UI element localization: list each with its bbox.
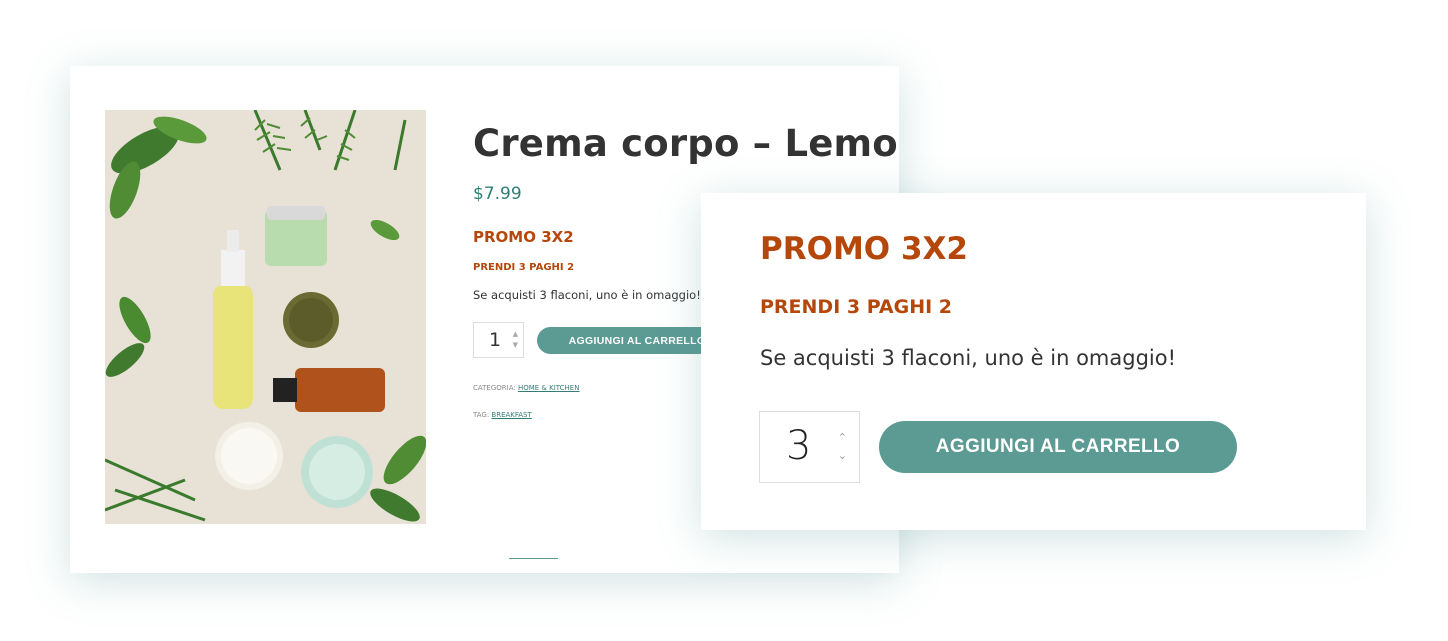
tag-link[interactable]: BREAKFAST — [491, 411, 531, 419]
product-image[interactable] — [105, 110, 426, 524]
promo-zoom-card: PROMO 3X2 PRENDI 3 PAGHI 2 Se acquisti 3… — [701, 193, 1366, 530]
promo-description: Se acquisti 3 flaconi, uno è in omaggio! — [473, 288, 701, 302]
chevron-up-icon[interactable]: ⌃ — [838, 431, 847, 444]
product-title: Crema corpo – Lemon — [473, 122, 899, 165]
category-link[interactable]: HOME & KITCHEN — [518, 384, 579, 392]
zoom-promo-subtitle: PRENDI 3 PAGHI 2 — [760, 296, 953, 318]
quantity-stepper[interactable]: 1 ▲ ▼ — [473, 322, 524, 358]
quantity-value[interactable]: 1 — [489, 329, 501, 351]
category-label: CATEGORIA: — [473, 384, 516, 392]
zoom-quantity-stepper[interactable]: 3 ⌃ ⌄ — [759, 411, 860, 483]
zoom-add-to-cart-button[interactable]: AGGIUNGI AL CARRELLO — [879, 421, 1237, 473]
zoom-promo-title: PROMO 3X2 — [760, 231, 968, 267]
chevron-up-icon[interactable]: ▲ — [513, 330, 518, 338]
product-price: $7.99 — [473, 184, 522, 204]
zoom-promo-description: Se acquisti 3 flaconi, uno è in omaggio! — [760, 346, 1177, 370]
promo-subtitle: PRENDI 3 PAGHI 2 — [473, 262, 575, 273]
tag-label: TAG: — [473, 411, 490, 419]
zoom-quantity-value[interactable]: 3 — [786, 423, 811, 469]
chevron-down-icon[interactable]: ⌄ — [838, 449, 847, 462]
product-tag: TAG: BREAKFAST — [473, 411, 532, 419]
tab-underline — [509, 558, 558, 559]
product-category: CATEGORIA: HOME & KITCHEN — [473, 384, 579, 392]
promo-title: PROMO 3X2 — [473, 228, 574, 246]
chevron-down-icon[interactable]: ▼ — [513, 341, 518, 349]
